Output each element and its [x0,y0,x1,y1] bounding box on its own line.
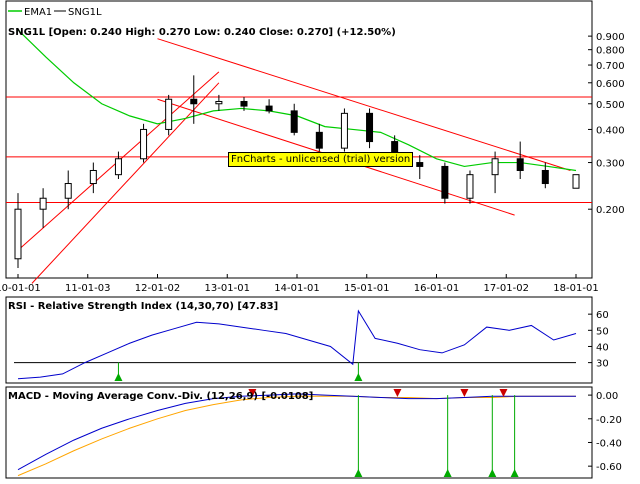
rsi-y-tick-label: 40 [596,342,609,353]
legend-sym-label: SNG1L [68,7,102,18]
candle-body [541,169,549,185]
trial-watermark: FnCharts - unlicensed (trial) version [228,152,414,167]
rsi-buy-signal-marker [114,373,123,381]
x-tick-label: 15-01-01 [344,283,389,294]
rsi-panel-title: RSI - Relative Strength Index (14,30,70)… [8,301,278,312]
candle-body [14,208,22,260]
candle-body [340,112,348,149]
candle-body [265,105,273,112]
rsi-line [17,309,577,380]
candle-body [441,165,449,199]
price-y-tick-label: 0.400 [596,125,625,136]
x-tick-label: 13-01-01 [205,283,250,294]
rsi-y-tick-label: 30 [596,359,609,370]
candle-body [114,158,122,176]
price-y-tick-label: 0.600 [596,79,625,90]
x-tick-label: 12-01-02 [135,283,180,294]
price-y-tick-label: 0.200 [596,205,625,216]
legend-ema-label: EMA1 [24,7,52,18]
macd-y-tick-label: 0.00 [596,391,618,402]
candle-body [64,183,72,199]
price-y-tick-label: 0.900 [596,32,625,43]
macd-buy-signal-marker [488,469,497,477]
candle-body [416,162,424,167]
candle-body [140,128,148,160]
macd-sell-signal-marker [393,389,402,397]
macd-panel-title: MACD - Moving Average Conv.-Div. (12,26,… [8,391,313,402]
candle-body [466,174,474,199]
macd-y-tick-label: -0.20 [596,415,622,426]
x-tick-label: 10-01-01 [0,283,41,294]
price-panel-title: SNG1L [Open: 0.240 High: 0.270 Low: 0.24… [8,27,396,38]
trend-line [157,38,571,171]
candle-body [315,131,323,149]
rsi-y-tick-label: 60 [596,310,609,321]
macd-buy-signal-marker [354,469,363,477]
price-panel-frame [5,0,593,279]
price-y-tick-label: 0.500 [596,100,625,111]
rsi-y-tick-label: 50 [596,326,609,337]
candle-body [165,98,173,130]
candle-body [39,197,47,210]
macd-y-tick-label: -0.40 [596,438,622,449]
price-y-tick-label: 0.700 [596,61,625,72]
x-tick-label: 14-01-01 [274,283,319,294]
trend-line [31,82,220,284]
chart-svg: EMA1 SNG1L 0.900 0.800 0.700 0.600 0.500 0.400 0… [0,0,625,479]
x-tick-label: 18-01-01 [553,283,598,294]
candle-body [190,98,198,105]
candle-body [290,110,298,133]
candle-body [572,174,580,189]
x-tick-label: 17-01-02 [484,283,529,294]
candle-body [89,169,97,185]
macd-buy-signal-marker [510,469,519,477]
price-y-tick-label: 0.800 [596,46,625,57]
price-y-tick-label: 0.300 [596,159,625,170]
macd-sell-signal-marker [460,389,469,397]
x-tick-label: 11-01-03 [65,283,110,294]
macd-buy-signal-marker [443,469,452,477]
x-tick-label: 16-01-01 [414,283,459,294]
candle-body [491,158,499,176]
macd-y-tick-label: -0.60 [596,462,622,473]
candle-body [516,158,524,171]
ema-line [17,29,577,172]
chart-root: EMA1 SNG1L 0.900 0.800 0.700 0.600 0.500 0.400 0… [0,0,640,480]
candle-body [366,112,374,143]
rsi-buy-signal-marker [354,373,363,381]
candle-body [215,100,223,105]
candle-body [240,100,248,107]
